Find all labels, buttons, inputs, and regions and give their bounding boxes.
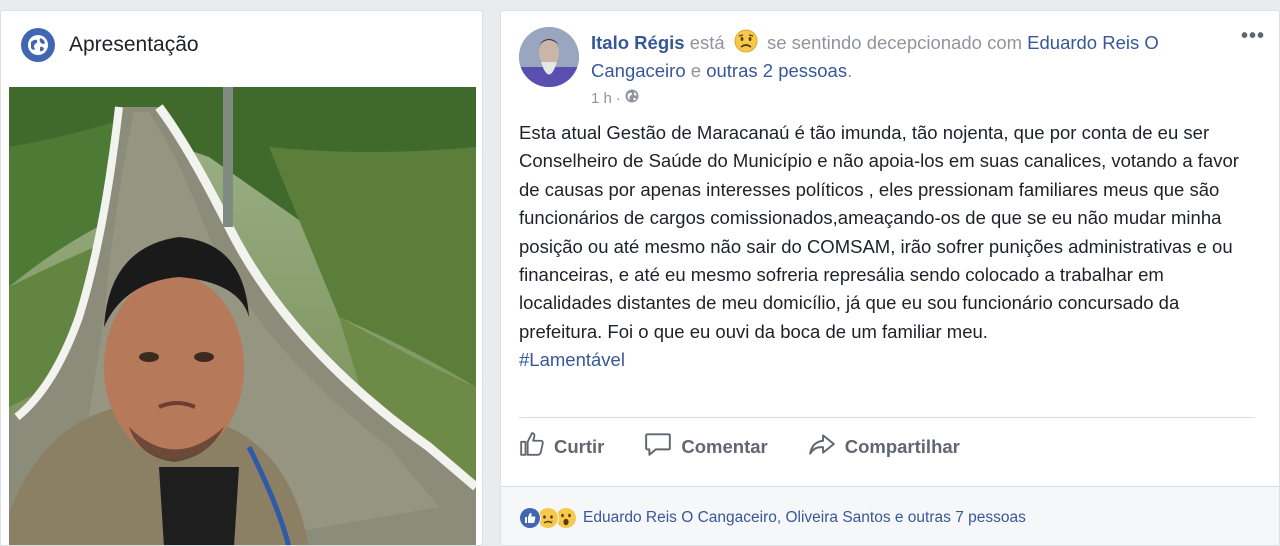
post-verb: está xyxy=(689,32,725,53)
share-button[interactable]: Compartilhar xyxy=(808,431,960,462)
hashtag-link[interactable]: #Lamentável xyxy=(519,349,625,370)
reactions-bar: Eduardo Reis O Cangaceiro, Oliveira Sant… xyxy=(501,486,1279,545)
post-text: Esta atual Gestão de Maracanaú é tão imu… xyxy=(519,122,1239,342)
intro-card: Apresentação xyxy=(0,10,483,546)
comment-button[interactable]: Comentar xyxy=(644,431,768,462)
intro-photo[interactable] xyxy=(9,87,476,545)
like-button[interactable]: Curtir xyxy=(519,431,604,462)
public-globe-icon[interactable] xyxy=(625,89,639,107)
meta-separator: · xyxy=(615,89,621,107)
others-link[interactable]: outras 2 pessoas xyxy=(706,60,847,81)
post-options-button[interactable]: ••• xyxy=(1241,25,1265,48)
author-name-link[interactable]: Italo Régis xyxy=(591,32,685,53)
comment-label: Comentar xyxy=(681,435,768,457)
thumbs-up-icon xyxy=(519,431,545,462)
post-header: Italo Régis está se sentindo decepcionad… xyxy=(591,29,1231,85)
post-time[interactable]: 1 h xyxy=(591,90,612,107)
like-icon xyxy=(519,507,541,529)
intro-title: Apresentação xyxy=(69,33,199,56)
post-meta: 1 h · xyxy=(591,89,639,107)
share-icon xyxy=(808,431,836,462)
comment-icon xyxy=(644,431,672,462)
intro-header: Apresentação xyxy=(1,11,482,79)
actions-divider xyxy=(519,417,1255,418)
post-body: Esta atual Gestão de Maracanaú é tão imu… xyxy=(519,119,1259,375)
post-period: . xyxy=(847,60,853,81)
author-avatar[interactable] xyxy=(519,27,579,87)
post-actions: Curtir Comentar Compartilhar xyxy=(519,431,960,462)
post-feeling: se sentindo decepcionado com xyxy=(766,32,1023,53)
sad-face-icon xyxy=(734,29,758,53)
globe-icon xyxy=(21,28,55,62)
like-label: Curtir xyxy=(554,435,605,457)
post-conjunction: e xyxy=(690,60,702,81)
post-card: Italo Régis está se sentindo decepcionad… xyxy=(500,10,1280,546)
reactions-text[interactable]: Eduardo Reis O Cangaceiro, Oliveira Sant… xyxy=(583,509,1026,527)
share-label: Compartilhar xyxy=(844,435,960,457)
reactions-summary[interactable]: Eduardo Reis O Cangaceiro, Oliveira Sant… xyxy=(519,507,1026,529)
